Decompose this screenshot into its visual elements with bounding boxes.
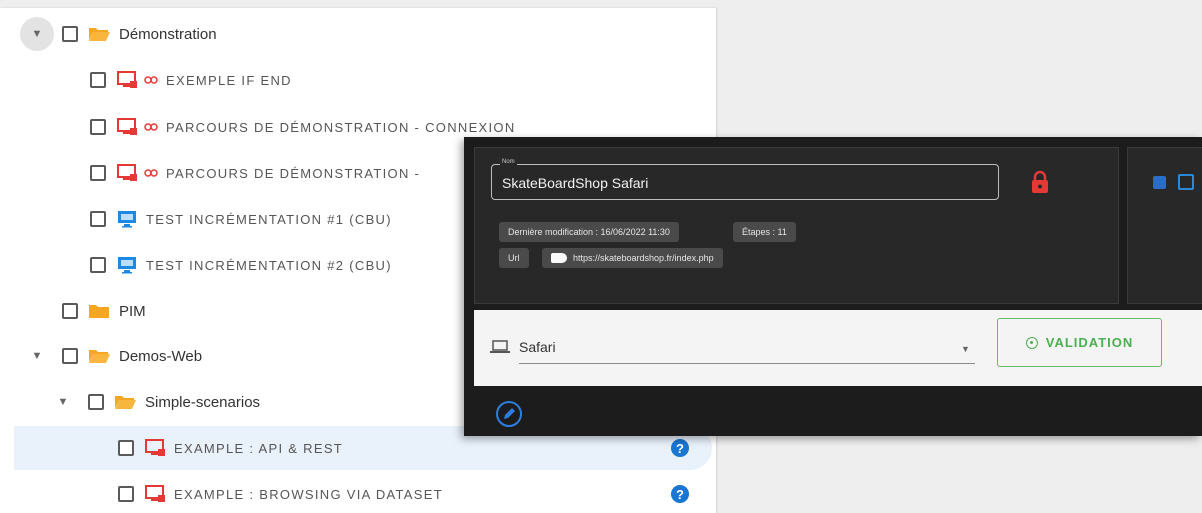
tree-label: EXAMPLE : BROWSING VIA DATASET <box>174 486 443 502</box>
tree-label: PARCOURS DE DÉMONSTRATION - <box>166 165 421 181</box>
url-value: https://skateboardshop.fr/index.php <box>573 253 714 263</box>
browser-selector-bar: Safari ▼ VALIDATION <box>474 310 1202 386</box>
folder-icon <box>89 305 109 318</box>
url-label-chip: Url <box>499 248 529 268</box>
copy-icon[interactable] <box>1178 174 1194 190</box>
radio-dot-icon <box>1025 336 1038 349</box>
checkbox[interactable] <box>88 394 104 410</box>
checkbox[interactable] <box>90 72 106 88</box>
chevron-down-icon[interactable]: ▼ <box>20 339 54 373</box>
tree-label: Simple-scenarios <box>145 393 261 411</box>
monitor-icon <box>118 211 136 228</box>
link-icon <box>144 169 158 177</box>
folder-open-icon <box>89 28 110 41</box>
scenario-detail-panel: Nom SkateBoardShop Safari Dernière modif… <box>464 137 1202 436</box>
tree-label: TEST INCRÉMENTATION #2 (CBU) <box>146 257 392 273</box>
tree-label: Démonstration <box>119 25 217 43</box>
laptop-icon <box>490 340 510 353</box>
scenario-name-field[interactable]: Nom SkateBoardShop Safari <box>491 159 999 200</box>
link-icon <box>144 123 158 131</box>
help-icon[interactable]: ? <box>671 485 689 503</box>
tree-label: EXAMPLE : API & REST <box>174 440 344 456</box>
edit-button[interactable] <box>496 401 522 427</box>
folder-open-icon <box>89 350 110 363</box>
validation-button[interactable]: VALIDATION <box>997 318 1162 367</box>
tree-row-demonstration[interactable]: ▼ Démonstration <box>0 12 716 56</box>
dropdown-arrow-icon[interactable]: ▼ <box>961 344 970 354</box>
checkbox[interactable] <box>118 486 134 502</box>
checkbox[interactable] <box>90 165 106 181</box>
tree-label: Demos-Web <box>119 347 203 365</box>
scenario-name-value[interactable]: SkateBoardShop Safari <box>502 175 648 191</box>
tag-icon <box>551 253 567 263</box>
scenario-info-card: Nom SkateBoardShop Safari Dernière modif… <box>474 147 1119 304</box>
monitor-locked-icon <box>117 118 137 135</box>
validation-label: VALIDATION <box>1045 335 1134 350</box>
tree-label: PARCOURS DE DÉMONSTRATION - CONNEXION <box>166 119 516 135</box>
checkbox[interactable] <box>62 348 78 364</box>
monitor-locked-icon <box>117 71 137 88</box>
tree-label: PIM <box>119 302 146 320</box>
monitor-icon <box>118 257 136 274</box>
tree-row-scenario[interactable]: EXEMPLE IF END <box>0 58 716 102</box>
select-underline <box>519 363 975 364</box>
checkbox[interactable] <box>62 26 78 42</box>
help-icon[interactable]: ? <box>671 439 689 457</box>
checkbox[interactable] <box>118 440 134 456</box>
link-icon <box>144 76 158 84</box>
name-field-legend: Nom <box>500 159 517 165</box>
monitor-locked-icon <box>145 485 165 502</box>
steps-chip: Étapes : 11 <box>733 222 796 242</box>
lock-icon[interactable] <box>1031 170 1049 194</box>
browser-select-value[interactable]: Safari <box>519 339 556 355</box>
save-icon[interactable] <box>1153 176 1166 189</box>
chevron-down-icon[interactable]: ▼ <box>20 17 54 51</box>
tree-label: TEST INCRÉMENTATION #1 (CBU) <box>146 211 392 227</box>
url-chip[interactable]: https://skateboardshop.fr/index.php <box>542 248 723 268</box>
pencil-icon <box>504 408 515 419</box>
folder-open-icon <box>115 396 136 409</box>
monitor-locked-icon <box>145 439 165 456</box>
tree-row-scenario[interactable]: EXAMPLE : BROWSING VIA DATASET ? <box>0 472 716 513</box>
last-modified-chip: Dernière modification : 16/06/2022 11:30 <box>499 222 679 242</box>
tree-label: EXEMPLE IF END <box>166 72 292 88</box>
monitor-locked-icon <box>117 164 137 181</box>
chevron-down-icon[interactable]: ▼ <box>46 385 80 419</box>
checkbox[interactable] <box>90 119 106 135</box>
scenario-side-card <box>1127 147 1202 304</box>
checkbox[interactable] <box>90 211 106 227</box>
checkbox[interactable] <box>62 303 78 319</box>
checkbox[interactable] <box>90 257 106 273</box>
